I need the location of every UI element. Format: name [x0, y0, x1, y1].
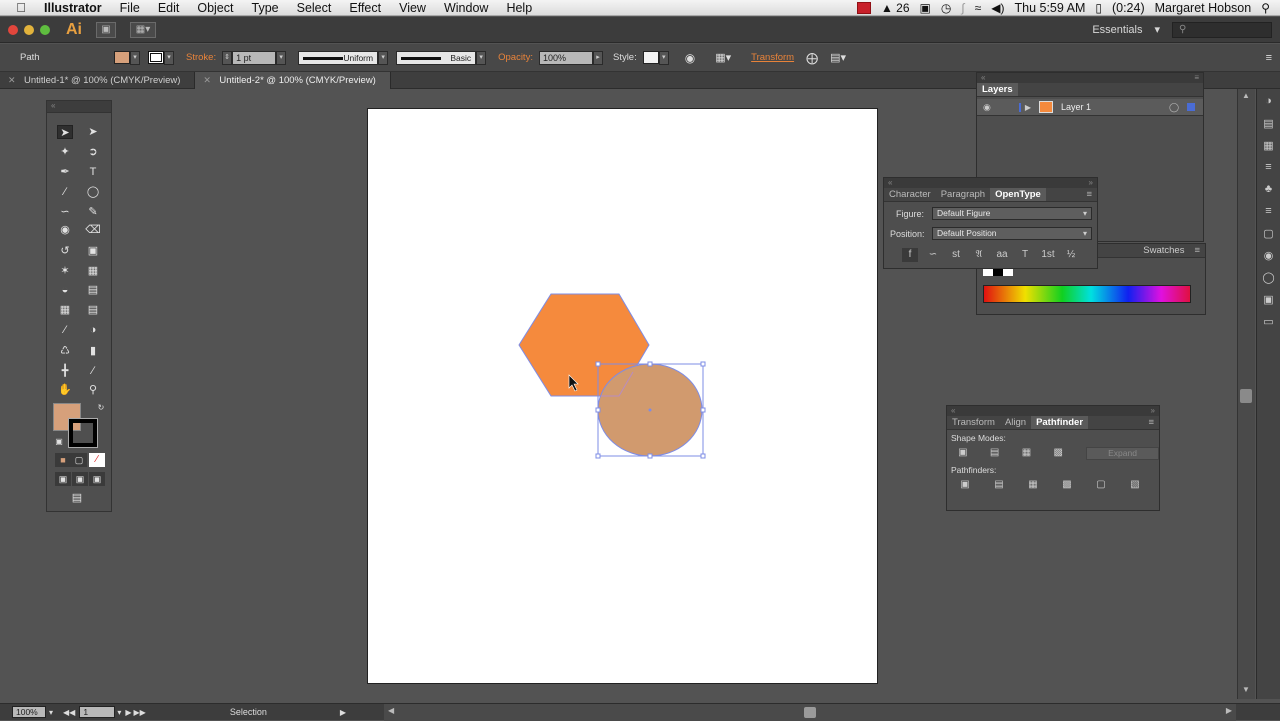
pathfinder-buttons: ▣ ▤ ▦ ▩ ▢ ▧ [947, 478, 1159, 492]
transparency-icon[interactable]: ◉ [1259, 249, 1279, 265]
current-tool-label[interactable]: Selection [230, 707, 340, 717]
symbols-icon[interactable]: ♣ [1259, 183, 1279, 199]
tab-character[interactable]: Character [884, 188, 936, 201]
panel-menu-icon[interactable]: ≡ [1189, 244, 1205, 257]
opentype-panel: «» Character Paragraph OpenType ≡ Figure… [883, 177, 1098, 269]
stylistic-alternates-icon[interactable]: aa [994, 248, 1010, 262]
opentype-feature-buttons: f ∽ st 𝔄 aa T 1st ½ [884, 248, 1097, 262]
tab-opentype[interactable]: OpenType [990, 188, 1046, 201]
opentype-panel-tabs: Character Paragraph OpenType ≡ [884, 188, 1097, 202]
pathfinder-panel: «» Transform Align Pathfinder ≡ Shape Mo… [946, 405, 1160, 511]
color-panel-icon[interactable]: ◑ [1259, 95, 1279, 111]
chevron-down-icon: ▾ [1082, 229, 1087, 238]
outline-icon[interactable]: ▢ [1093, 478, 1109, 492]
brushes-icon[interactable]: ≡ [1259, 161, 1279, 177]
merge-icon[interactable]: ▦ [1025, 478, 1041, 492]
discretionary-ligatures-icon[interactable]: st [948, 248, 964, 262]
tab-transform[interactable]: Transform [947, 416, 1000, 429]
tab-paragraph[interactable]: Paragraph [936, 188, 990, 201]
vertical-scrollbar[interactable]: ▲ ▼ [1237, 89, 1255, 699]
trim-icon[interactable]: ▤ [991, 478, 1007, 492]
scroll-right-icon[interactable]: ▶ [1226, 706, 1232, 715]
unite-icon[interactable]: ▣ [955, 446, 971, 460]
last-artboard-icon[interactable]: ▶▶ [134, 708, 146, 717]
appearance-icon[interactable]: ◯ [1259, 271, 1279, 287]
status-menu-icon[interactable]: ▶ [340, 708, 346, 717]
ordinals-icon[interactable]: 1st [1040, 248, 1056, 262]
position-label: Position: [890, 228, 925, 239]
position-select-value: Default Position [937, 228, 997, 238]
next-artboard-icon[interactable]: ▶ [125, 708, 131, 717]
layers-panel-header[interactable]: «≡ [977, 73, 1203, 83]
figure-select-value: Default Figure [937, 208, 991, 218]
tab-align[interactable]: Align [1000, 416, 1031, 429]
swash-icon[interactable]: 𝔄 [971, 248, 987, 262]
horizontal-scroll-thumb[interactable] [804, 707, 816, 718]
stroke-panel-icon[interactable]: ≡ [1259, 205, 1279, 221]
pathfinder-panel-header[interactable]: «» [947, 406, 1159, 416]
minus-back-icon[interactable]: ▧ [1127, 478, 1143, 492]
figure-label: Figure: [896, 208, 925, 219]
tab-pathfinder[interactable]: Pathfinder [1031, 416, 1089, 429]
status-bar: 100% ▾ ◀◀ 1 ▾ ▶ ▶▶ Selection ▶ ◀ ▶ [0, 703, 1280, 721]
position-select[interactable]: Default Position ▾ [932, 227, 1092, 240]
panel-menu-icon[interactable]: ≡ [1081, 188, 1097, 201]
last-used-swatches[interactable] [983, 268, 1013, 276]
layer-name[interactable]: Layer 1 [1061, 102, 1161, 112]
layers-panel-tabs: Layers [977, 83, 1203, 97]
scroll-left-icon[interactable]: ◀ [388, 706, 394, 715]
target-icon[interactable]: ◯ [1169, 102, 1179, 113]
shape-mode-buttons: ▣ ▤ ▦ ▩ Expand [947, 446, 1159, 460]
titling-alternates-icon[interactable]: T [1017, 248, 1033, 262]
zoom-dropdown-icon[interactable]: ▾ [49, 708, 53, 717]
exclude-icon[interactable]: ▩ [1050, 446, 1066, 460]
pathfinder-panel-tabs: Transform Align Pathfinder ≡ [947, 416, 1159, 430]
contextual-alternates-icon[interactable]: ∽ [925, 248, 941, 262]
color-spectrum-bar[interactable] [983, 285, 1191, 303]
expand-triangle-icon[interactable]: ▶ [1018, 102, 1031, 112]
layer-thumbnail [1039, 101, 1054, 113]
standard-ligatures-icon[interactable]: f [902, 248, 918, 262]
graphic-styles-icon[interactable]: ▣ [1259, 293, 1279, 309]
gradient-panel-icon[interactable]: ▢ [1259, 227, 1279, 243]
scroll-up-icon[interactable]: ▲ [1242, 91, 1250, 100]
crop-icon[interactable]: ▩ [1059, 478, 1075, 492]
layer-row[interactable]: ◉ ▶ Layer 1 ◯ [977, 99, 1203, 116]
panel-icon-dock: ◑ ▤ ▦ ≡ ♣ ≡ ▢ ◉ ◯ ▣ ▭ [1256, 89, 1280, 699]
horizontal-scrollbar[interactable]: ◀ ▶ [384, 704, 1236, 721]
color-guide-icon[interactable]: ▤ [1259, 117, 1279, 133]
visibility-eye-icon[interactable]: ◉ [983, 102, 991, 113]
circle-center-point [648, 408, 652, 412]
position-row: Position: Default Position ▾ [884, 227, 1097, 240]
opentype-panel-header[interactable]: «» [884, 178, 1097, 188]
artboard-dropdown-icon[interactable]: ▾ [117, 708, 121, 717]
fractions-icon[interactable]: ½ [1063, 248, 1079, 262]
minus-front-icon[interactable]: ▤ [987, 446, 1003, 460]
intersect-icon[interactable]: ▦ [1019, 446, 1035, 460]
tab-layers[interactable]: Layers [977, 83, 1018, 96]
pathfinders-label: Pathfinders: [951, 465, 997, 475]
figure-row: Figure: Default Figure ▾ [884, 207, 1097, 220]
first-artboard-icon[interactable]: ◀◀ [63, 708, 75, 717]
expand-button[interactable]: Expand [1086, 446, 1159, 460]
chevron-down-icon: ▾ [1082, 209, 1087, 218]
shape-modes-label: Shape Modes: [951, 433, 1006, 443]
figure-select[interactable]: Default Figure ▾ [932, 207, 1092, 220]
scroll-down-icon[interactable]: ▼ [1242, 685, 1250, 694]
zoom-field[interactable]: 100% [12, 706, 46, 718]
artboard-number-field[interactable]: 1 [79, 706, 116, 718]
divide-icon[interactable]: ▣ [957, 478, 973, 492]
layers-dock-icon[interactable]: ▭ [1259, 315, 1279, 331]
selection-indicator-icon[interactable] [1187, 103, 1196, 111]
tab-swatches[interactable]: Swatches [1138, 244, 1189, 257]
panel-menu-icon[interactable]: ≡ [1143, 416, 1159, 429]
swatches-icon[interactable]: ▦ [1259, 139, 1279, 155]
vertical-scroll-thumb[interactable] [1240, 389, 1252, 403]
